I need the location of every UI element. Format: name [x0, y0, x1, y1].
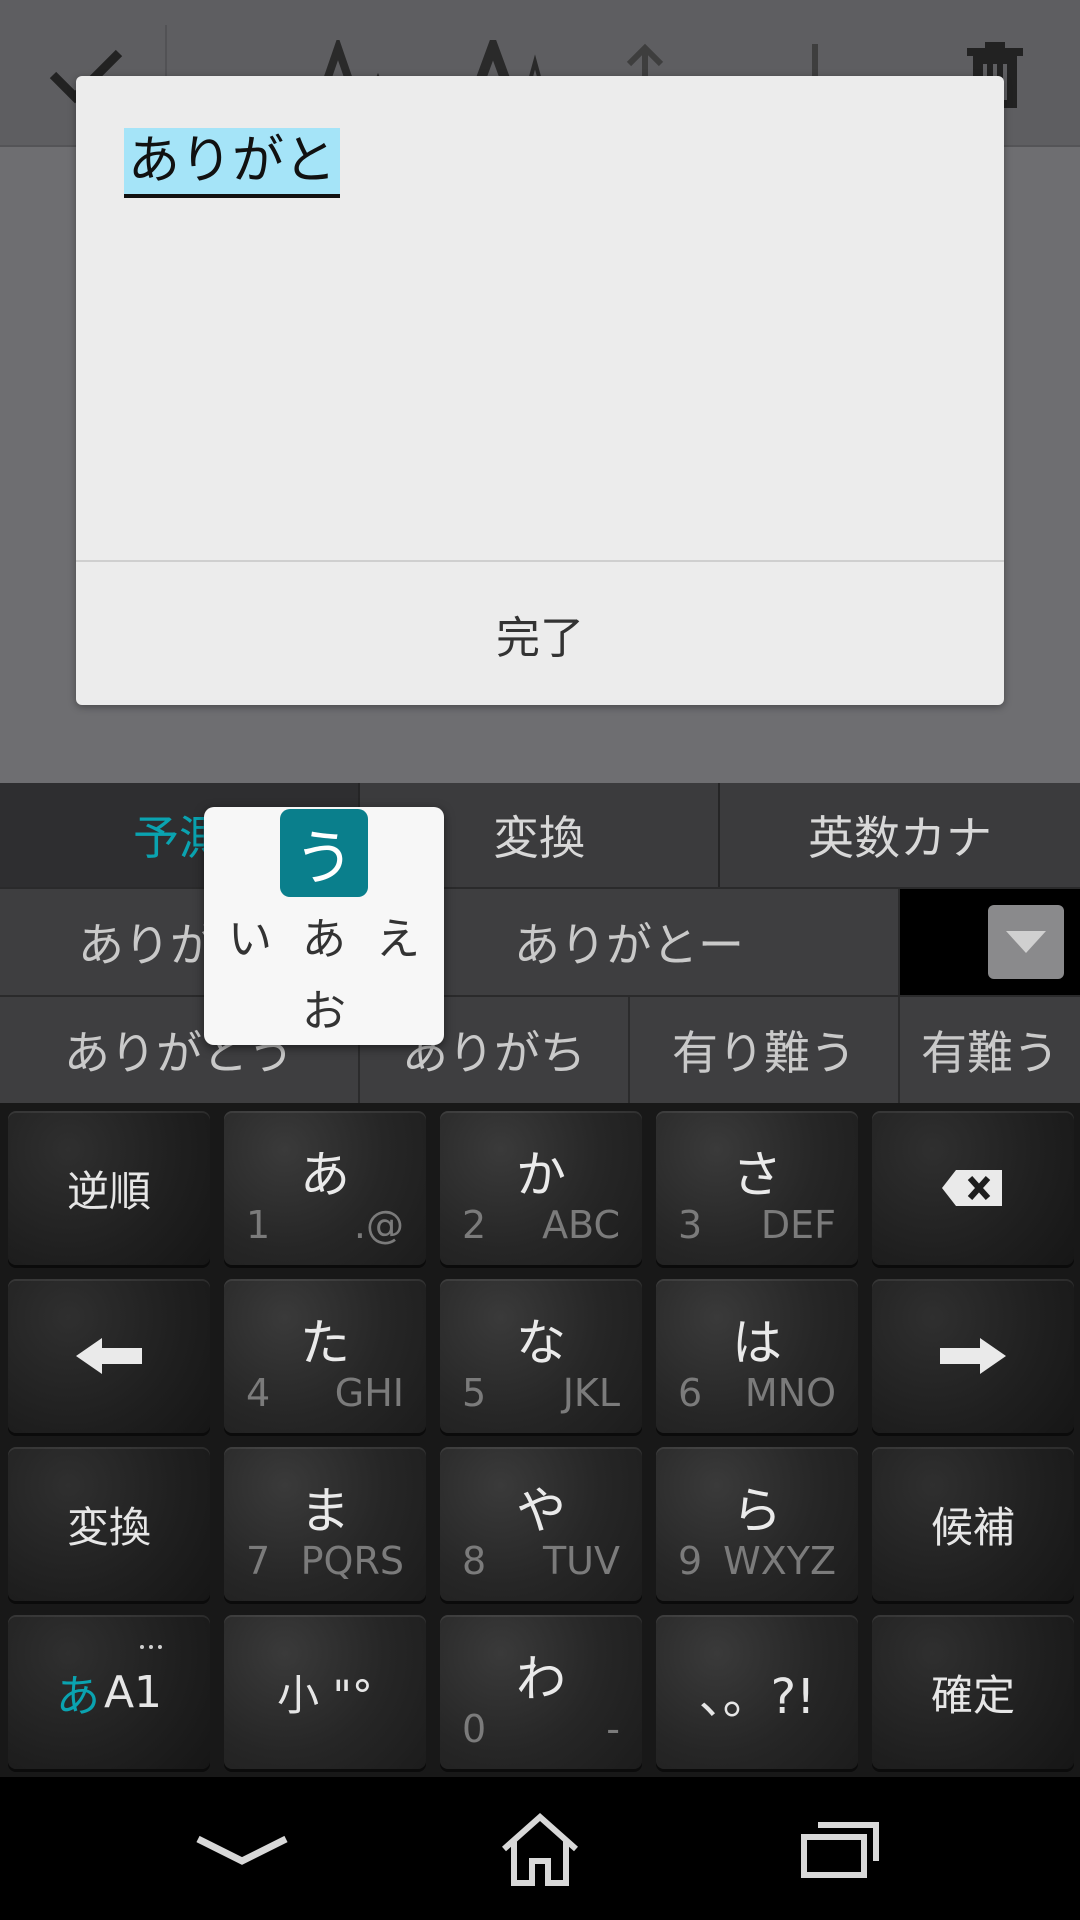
key-ta[interactable]: た 4 GHI [224, 1279, 426, 1433]
key-sub-label: 1 [246, 1203, 271, 1247]
done-button[interactable]: 完了 [76, 562, 1004, 705]
key-label: 、。?! [698, 1669, 816, 1725]
mode-kana-label: あ [55, 1671, 100, 1722]
key-sub-label: - [606, 1707, 620, 1751]
key-sub-label: TUV [542, 1539, 620, 1583]
key-sub-label: PQRS [300, 1539, 404, 1583]
key-sub-label: 4 [246, 1371, 271, 1415]
key-sub-label: 7 [246, 1539, 271, 1583]
flick-right: え [376, 914, 420, 965]
key-ha[interactable]: は 6 MNO [656, 1279, 858, 1433]
convert-key[interactable]: 変換 [8, 1447, 210, 1601]
candidate-row-2: ありがとう ありがち 有り難う 有難う [0, 995, 1080, 1103]
candidate-row-1: ありが ありがとー [0, 887, 1080, 995]
key-label: 確定 [930, 1670, 1015, 1720]
flick-bottom: お [302, 986, 346, 1037]
reverse-key[interactable]: 逆順 [8, 1111, 210, 1265]
key-ra[interactable]: ら 9 WXYZ [656, 1447, 858, 1601]
key-label: か [516, 1146, 566, 1204]
candidate-item[interactable]: 有難う [900, 997, 1080, 1103]
key-sub-label: 9 [678, 1539, 703, 1583]
flick-center: う [280, 809, 368, 897]
expand-candidates-button[interactable] [988, 905, 1064, 979]
key-sub-label: 0 [462, 1707, 487, 1751]
candidates-key[interactable]: 候補 [872, 1447, 1074, 1601]
tab-eisu-kana[interactable]: 英数カナ [720, 783, 1080, 887]
key-sub-label: MNO [744, 1371, 836, 1415]
key-ma[interactable]: ま 7 PQRS [224, 1447, 426, 1601]
key-label: さ [732, 1146, 782, 1204]
key-label: 小 "° [277, 1670, 373, 1720]
key-sub-label: GHI [334, 1371, 404, 1415]
key-label: な [516, 1314, 566, 1372]
backspace-key[interactable] [872, 1111, 1074, 1265]
flick-middle: あ [302, 914, 346, 965]
mode-tabs: 予測 変換 英数カナ [0, 783, 1080, 887]
cursor-right-key[interactable] [872, 1279, 1074, 1433]
key-sub-label: 6 [678, 1371, 703, 1415]
key-sub-label: ABC [542, 1203, 620, 1247]
key-sub-label: .@ [353, 1203, 404, 1247]
ime-keyboard: 予測 変換 英数カナ ありが ありがとー ありがとう ありがち 有り難う 有難う… [0, 783, 1080, 1777]
input-mode-key[interactable]: あ A1 [8, 1615, 210, 1769]
back-chevron-icon[interactable] [142, 1777, 342, 1920]
key-label: 変換 [66, 1502, 151, 1552]
key-label: わ [516, 1650, 566, 1708]
key-sub-label: WXYZ [723, 1539, 836, 1583]
key-na[interactable]: な 5 JKL [440, 1279, 642, 1433]
key-sub-label: 2 [462, 1203, 487, 1247]
key-sa[interactable]: さ 3 DEF [656, 1111, 858, 1265]
key-label: は [732, 1314, 782, 1372]
key-label: ら [732, 1482, 782, 1540]
composing-text[interactable]: ありがと [124, 128, 341, 198]
key-label: た [300, 1314, 350, 1372]
cursor-left-key[interactable] [8, 1279, 210, 1433]
key-wa[interactable]: わ 0 - [440, 1615, 642, 1769]
home-icon[interactable] [440, 1777, 640, 1920]
arrow-right-icon [872, 1279, 1074, 1433]
key-ya[interactable]: や 8 TUV [440, 1447, 642, 1601]
key-sub-label: DEF [760, 1203, 836, 1247]
backspace-icon [872, 1111, 1074, 1265]
key-sub-label: 3 [678, 1203, 703, 1247]
key-label: 逆順 [66, 1166, 151, 1216]
candidate-item[interactable]: 有り難う [630, 997, 900, 1103]
key-label: や [516, 1482, 566, 1540]
recents-icon[interactable] [740, 1777, 940, 1920]
key-label: ま [300, 1482, 350, 1540]
confirm-key[interactable]: 確定 [872, 1615, 1074, 1769]
flick-popup: う い あ え お [204, 807, 444, 1045]
key-ka[interactable]: か 2 ABC [440, 1111, 642, 1265]
input-mode-label: あ A1 [8, 1615, 210, 1769]
small-dakuten-key[interactable]: 小 "° [224, 1615, 426, 1769]
arrow-left-icon [8, 1279, 210, 1433]
mode-latin-label: A1 [103, 1666, 163, 1718]
chevron-down-icon [1006, 931, 1046, 953]
key-a[interactable]: あ 1 .@ [224, 1111, 426, 1265]
punctuation-key[interactable]: 、。?! [656, 1615, 858, 1769]
key-label: 候補 [930, 1502, 1015, 1552]
key-sub-label: 8 [462, 1539, 487, 1583]
key-sub-label: JKL [562, 1371, 620, 1415]
more-dots-icon [140, 1645, 162, 1653]
text-input-dialog: ありがと 完了 [76, 76, 1004, 705]
navigation-bar [0, 1777, 1080, 1920]
key-sub-label: 5 [462, 1371, 487, 1415]
key-label: あ [300, 1146, 350, 1204]
flick-left: い [228, 914, 272, 965]
